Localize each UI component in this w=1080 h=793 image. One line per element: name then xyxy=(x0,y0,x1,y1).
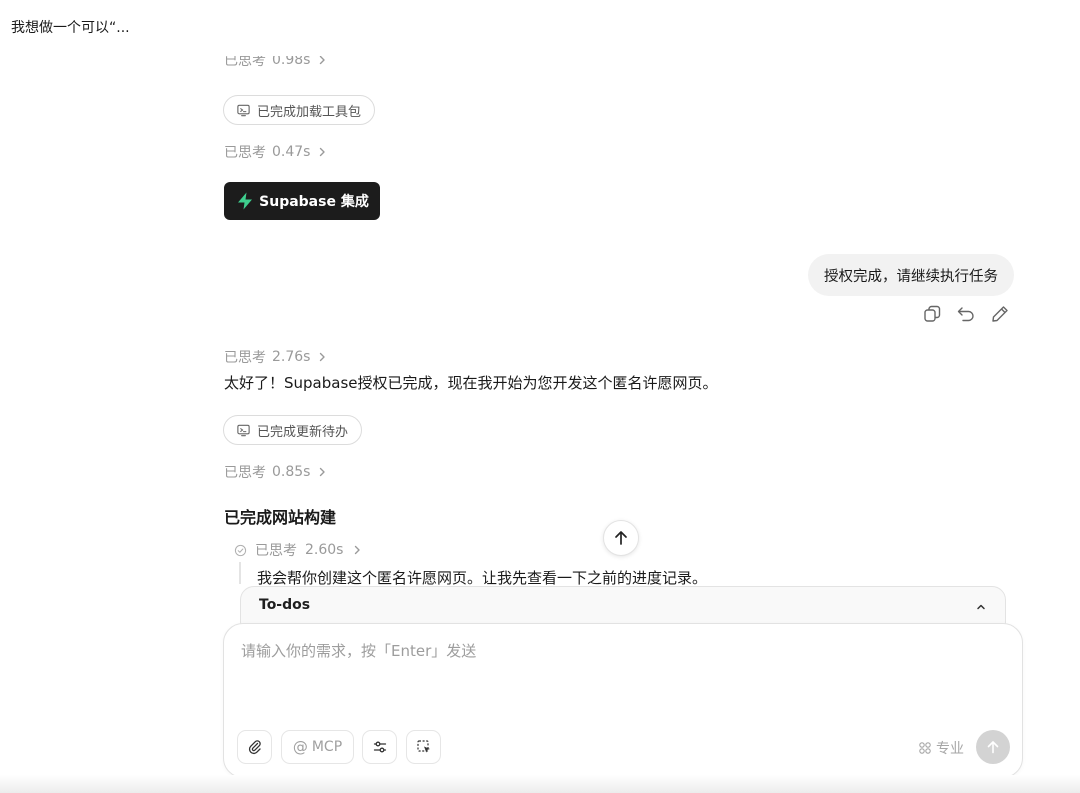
chevron-right-icon xyxy=(355,545,361,555)
user-message-bubble: 授权完成，请继续执行任务 xyxy=(808,254,1014,296)
chevron-right-icon xyxy=(320,352,326,362)
chevron-right-icon xyxy=(320,467,326,477)
message-actions xyxy=(921,303,1011,325)
user-message-text: 授权完成，请继续执行任务 xyxy=(824,268,998,285)
thinking-label: 已思考 xyxy=(224,56,266,69)
mcp-label: MCP xyxy=(311,739,343,755)
tool-status-label: 已完成加载工具包 xyxy=(257,104,362,120)
todos-label: To-dos xyxy=(259,597,311,613)
arrow-up-icon xyxy=(987,741,999,754)
thinking-duration: 0.47s xyxy=(272,144,311,160)
assistant-message-text: 太好了！Supabase授权已完成，现在我开始为您开发这个匿名许愿网页。 xyxy=(224,374,718,392)
thinking-toggle[interactable]: 已思考 2.76s xyxy=(224,347,328,367)
thinking-duration: 2.76s xyxy=(272,349,311,365)
paperclip-icon xyxy=(248,740,261,755)
undo-button[interactable] xyxy=(955,303,977,325)
pencil-icon xyxy=(992,306,1008,322)
supabase-bolt-icon xyxy=(238,192,253,210)
conversation-title[interactable]: 我想做一个可以“... xyxy=(11,17,130,37)
undo-icon xyxy=(957,307,974,322)
thinking-label: 已思考 xyxy=(224,350,266,366)
chevron-right-icon xyxy=(320,56,326,64)
terminal-icon xyxy=(237,104,250,116)
thinking-duration: 0.85s xyxy=(272,464,311,480)
chevron-up-icon[interactable] xyxy=(975,601,987,613)
thinking-toggle[interactable]: 已思考 0.98s xyxy=(224,56,328,70)
settings-button[interactable] xyxy=(362,730,397,764)
terminal-icon xyxy=(237,424,250,436)
supabase-integration-button[interactable]: Supabase 集成 xyxy=(224,182,380,220)
thinking-duration: 2.60s xyxy=(305,542,344,558)
chevron-right-icon xyxy=(320,147,326,157)
substep-divider xyxy=(239,562,241,584)
send-button[interactable] xyxy=(976,730,1010,764)
mcp-button[interactable]: @ MCP xyxy=(281,730,354,764)
copy-icon xyxy=(924,305,941,322)
check-circle-icon xyxy=(234,544,247,556)
supabase-integration-label: Supabase 集成 xyxy=(259,194,369,210)
arrow-up-icon xyxy=(615,531,627,545)
section-title: 已完成网站构建 xyxy=(224,508,337,527)
grid-icon xyxy=(919,742,931,754)
at-icon: @ xyxy=(292,738,308,756)
sliders-icon xyxy=(373,741,386,753)
substep-text: 我会帮你创建这个匿名许愿网页。让我先查看一下之前的进度记录。 xyxy=(257,569,708,587)
thinking-label: 已思考 xyxy=(224,145,266,161)
tool-status-pill[interactable]: 已完成加载工具包 xyxy=(223,95,376,125)
select-area-icon xyxy=(416,740,430,753)
thinking-label: 已思考 xyxy=(224,465,266,481)
composer: @ MCP 专业 xyxy=(223,623,1023,778)
thinking-label: 已思考 xyxy=(255,543,297,559)
tool-status-pill[interactable]: 已完成更新待办 xyxy=(223,415,363,445)
mode-toggle[interactable]: 专业 xyxy=(918,738,964,758)
select-area-button[interactable] xyxy=(406,730,441,764)
thinking-toggle[interactable]: 已思考 0.47s xyxy=(224,142,328,162)
thinking-toggle[interactable]: 已思考 0.85s xyxy=(224,462,328,482)
attach-button[interactable] xyxy=(237,730,272,764)
edit-button[interactable] xyxy=(989,303,1011,325)
substep-thinking-toggle[interactable]: 已思考 2.60s xyxy=(234,540,363,560)
bottom-fade xyxy=(0,775,1080,793)
chat-input[interactable] xyxy=(241,642,981,660)
mode-label: 专业 xyxy=(936,741,964,757)
thinking-duration: 0.98s xyxy=(272,56,311,68)
copy-button[interactable] xyxy=(921,303,943,325)
scroll-to-top-button[interactable] xyxy=(603,520,639,556)
tool-status-label: 已完成更新待办 xyxy=(257,424,349,440)
